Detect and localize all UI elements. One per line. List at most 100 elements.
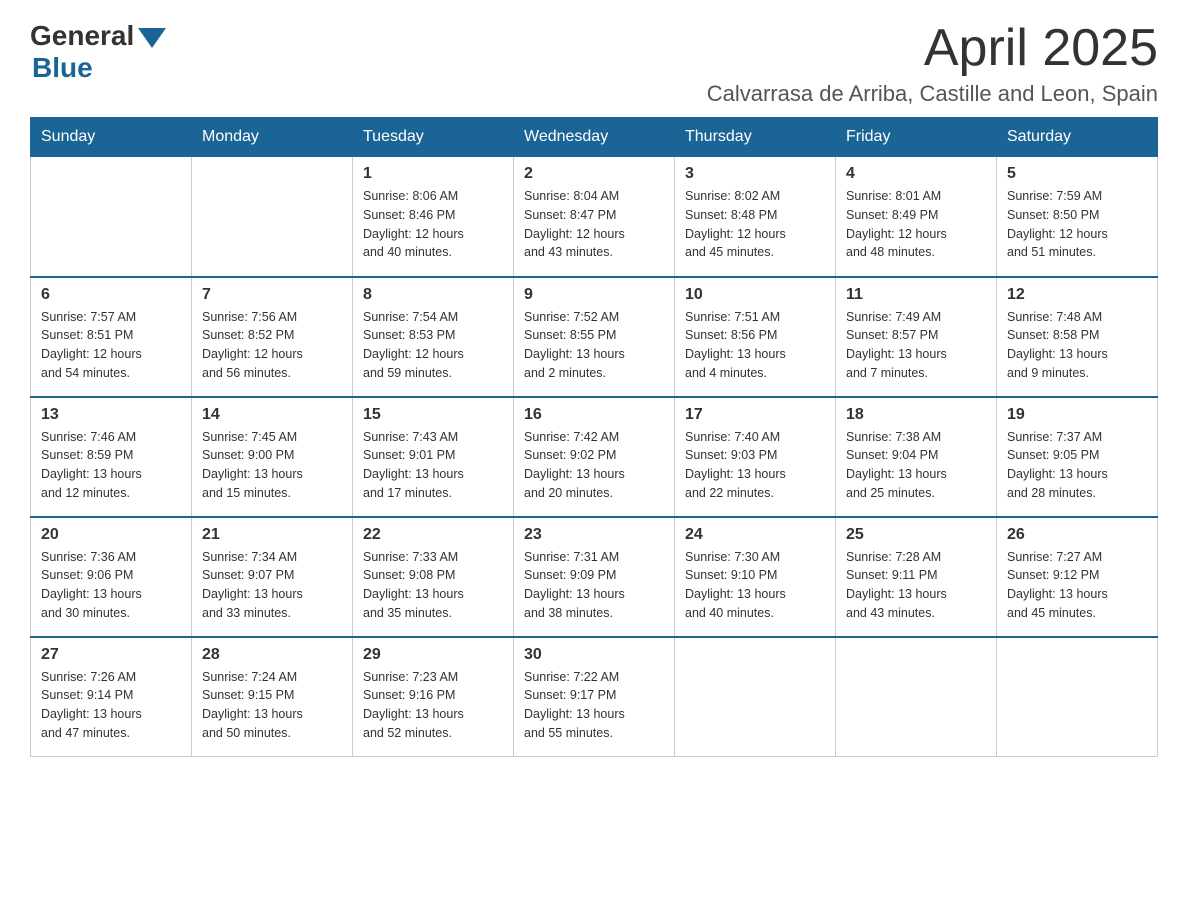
calendar-cell: 1 Sunrise: 8:06 AMSunset: 8:46 PMDaylight… [353, 157, 514, 277]
day-number: 23 [524, 526, 664, 544]
month-title: April 2025 [707, 20, 1158, 77]
day-number: 1 [363, 165, 503, 183]
calendar-cell: 15 Sunrise: 7:43 AMSunset: 9:01 PMDayligh… [353, 397, 514, 517]
week-row-3: 13 Sunrise: 7:46 AMSunset: 8:59 PMDayligh… [31, 397, 1158, 517]
calendar-cell: 22 Sunrise: 7:33 AMSunset: 9:08 PMDayligh… [353, 517, 514, 637]
day-number: 13 [41, 406, 181, 424]
logo: General Blue [30, 20, 166, 84]
day-number: 5 [1007, 165, 1147, 183]
day-number: 22 [363, 526, 503, 544]
calendar-cell: 25Sunrise: 7:28 AMSunset: 9:11 PMDayligh… [836, 517, 997, 637]
week-row-1: 1 Sunrise: 8:06 AMSunset: 8:46 PMDaylight… [31, 157, 1158, 277]
day-number: 3 [685, 165, 825, 183]
day-info: Sunrise: 7:45 AMSunset: 9:00 PMDaylight:… [202, 428, 342, 503]
day-info: Sunrise: 7:24 AMSunset: 9:15 PMDaylight:… [202, 668, 342, 743]
header-thursday: Thursday [675, 118, 836, 157]
day-number: 11 [846, 286, 986, 304]
calendar-cell: 30Sunrise: 7:22 AMSunset: 9:17 PMDayligh… [514, 637, 675, 757]
day-info: Sunrise: 7:46 AMSunset: 8:59 PMDaylight:… [41, 428, 181, 503]
day-number: 12 [1007, 286, 1147, 304]
day-info: Sunrise: 7:23 AMSunset: 9:16 PMDaylight:… [363, 668, 503, 743]
calendar-cell: 8 Sunrise: 7:54 AMSunset: 8:53 PMDaylight… [353, 277, 514, 397]
location-title: Calvarrasa de Arriba, Castille and Leon,… [707, 81, 1158, 107]
day-info: Sunrise: 8:04 AMSunset: 8:47 PMDaylight:… [524, 187, 664, 262]
day-number: 30 [524, 646, 664, 664]
day-info: Sunrise: 7:59 AMSunset: 8:50 PMDaylight:… [1007, 187, 1147, 262]
day-info: Sunrise: 7:43 AMSunset: 9:01 PMDaylight:… [363, 428, 503, 503]
header-friday: Friday [836, 118, 997, 157]
day-number: 27 [41, 646, 181, 664]
logo-blue-text: Blue [32, 52, 93, 84]
logo-general-text: General [30, 20, 134, 52]
day-number: 15 [363, 406, 503, 424]
calendar-cell: 13 Sunrise: 7:46 AMSunset: 8:59 PMDayligh… [31, 397, 192, 517]
day-info: Sunrise: 8:01 AMSunset: 8:49 PMDaylight:… [846, 187, 986, 262]
header-row: SundayMondayTuesdayWednesdayThursdayFrid… [31, 118, 1158, 157]
day-info: Sunrise: 7:42 AMSunset: 9:02 PMDaylight:… [524, 428, 664, 503]
day-number: 10 [685, 286, 825, 304]
day-info: Sunrise: 7:40 AMSunset: 9:03 PMDaylight:… [685, 428, 825, 503]
day-info: Sunrise: 7:27 AMSunset: 9:12 PMDaylight:… [1007, 548, 1147, 623]
calendar-cell [836, 637, 997, 757]
header-tuesday: Tuesday [353, 118, 514, 157]
day-info: Sunrise: 8:06 AMSunset: 8:46 PMDaylight:… [363, 187, 503, 262]
calendar-cell: 20 Sunrise: 7:36 AMSunset: 9:06 PMDayligh… [31, 517, 192, 637]
page-header: General Blue April 2025 Calvarrasa de Ar… [30, 20, 1158, 107]
day-number: 20 [41, 526, 181, 544]
day-info: Sunrise: 7:54 AMSunset: 8:53 PMDaylight:… [363, 308, 503, 383]
day-number: 6 [41, 286, 181, 304]
day-number: 25 [846, 526, 986, 544]
header-wednesday: Wednesday [514, 118, 675, 157]
calendar-cell: 27 Sunrise: 7:26 AMSunset: 9:14 PMDayligh… [31, 637, 192, 757]
calendar-cell: 6Sunrise: 7:57 AMSunset: 8:51 PMDaylight… [31, 277, 192, 397]
calendar-cell [192, 157, 353, 277]
calendar-cell: 12 Sunrise: 7:48 AMSunset: 8:58 PMDayligh… [997, 277, 1158, 397]
day-number: 17 [685, 406, 825, 424]
week-row-2: 6Sunrise: 7:57 AMSunset: 8:51 PMDaylight… [31, 277, 1158, 397]
logo-arrow-icon [138, 28, 166, 48]
day-number: 7 [202, 286, 342, 304]
header-saturday: Saturday [997, 118, 1158, 157]
day-info: Sunrise: 7:37 AMSunset: 9:05 PMDaylight:… [1007, 428, 1147, 503]
day-number: 2 [524, 165, 664, 183]
calendar-cell: 17 Sunrise: 7:40 AMSunset: 9:03 PMDayligh… [675, 397, 836, 517]
day-info: Sunrise: 7:26 AMSunset: 9:14 PMDaylight:… [41, 668, 181, 743]
day-number: 29 [363, 646, 503, 664]
day-info: Sunrise: 7:33 AMSunset: 9:08 PMDaylight:… [363, 548, 503, 623]
calendar-cell: 7 Sunrise: 7:56 AMSunset: 8:52 PMDaylight… [192, 277, 353, 397]
calendar-cell: 10 Sunrise: 7:51 AMSunset: 8:56 PMDayligh… [675, 277, 836, 397]
calendar-cell [675, 637, 836, 757]
day-info: Sunrise: 7:34 AMSunset: 9:07 PMDaylight:… [202, 548, 342, 623]
calendar-cell: 21 Sunrise: 7:34 AMSunset: 9:07 PMDayligh… [192, 517, 353, 637]
calendar-cell: 23 Sunrise: 7:31 AMSunset: 9:09 PMDayligh… [514, 517, 675, 637]
day-number: 21 [202, 526, 342, 544]
calendar-cell: 16 Sunrise: 7:42 AMSunset: 9:02 PMDayligh… [514, 397, 675, 517]
day-info: Sunrise: 7:48 AMSunset: 8:58 PMDaylight:… [1007, 308, 1147, 383]
calendar-cell: 26 Sunrise: 7:27 AMSunset: 9:12 PMDayligh… [997, 517, 1158, 637]
day-info: Sunrise: 7:56 AMSunset: 8:52 PMDaylight:… [202, 308, 342, 383]
day-number: 19 [1007, 406, 1147, 424]
day-number: 9 [524, 286, 664, 304]
calendar-cell: 2 Sunrise: 8:04 AMSunset: 8:47 PMDaylight… [514, 157, 675, 277]
day-number: 8 [363, 286, 503, 304]
calendar-cell: 4 Sunrise: 8:01 AMSunset: 8:49 PMDaylight… [836, 157, 997, 277]
calendar-cell: 14Sunrise: 7:45 AMSunset: 9:00 PMDayligh… [192, 397, 353, 517]
calendar-cell: 28Sunrise: 7:24 AMSunset: 9:15 PMDayligh… [192, 637, 353, 757]
day-info: Sunrise: 7:36 AMSunset: 9:06 PMDaylight:… [41, 548, 181, 623]
day-number: 16 [524, 406, 664, 424]
day-number: 24 [685, 526, 825, 544]
calendar-cell: 18Sunrise: 7:38 AMSunset: 9:04 PMDayligh… [836, 397, 997, 517]
day-info: Sunrise: 7:49 AMSunset: 8:57 PMDaylight:… [846, 308, 986, 383]
day-info: Sunrise: 8:02 AMSunset: 8:48 PMDaylight:… [685, 187, 825, 262]
header-sunday: Sunday [31, 118, 192, 157]
day-number: 26 [1007, 526, 1147, 544]
week-row-4: 20 Sunrise: 7:36 AMSunset: 9:06 PMDayligh… [31, 517, 1158, 637]
calendar-cell: 24Sunrise: 7:30 AMSunset: 9:10 PMDayligh… [675, 517, 836, 637]
calendar-cell: 11 Sunrise: 7:49 AMSunset: 8:57 PMDayligh… [836, 277, 997, 397]
day-info: Sunrise: 7:51 AMSunset: 8:56 PMDaylight:… [685, 308, 825, 383]
calendar-cell: 5 Sunrise: 7:59 AMSunset: 8:50 PMDaylight… [997, 157, 1158, 277]
day-number: 4 [846, 165, 986, 183]
day-info: Sunrise: 7:31 AMSunset: 9:09 PMDaylight:… [524, 548, 664, 623]
day-number: 18 [846, 406, 986, 424]
calendar-cell: 19 Sunrise: 7:37 AMSunset: 9:05 PMDayligh… [997, 397, 1158, 517]
